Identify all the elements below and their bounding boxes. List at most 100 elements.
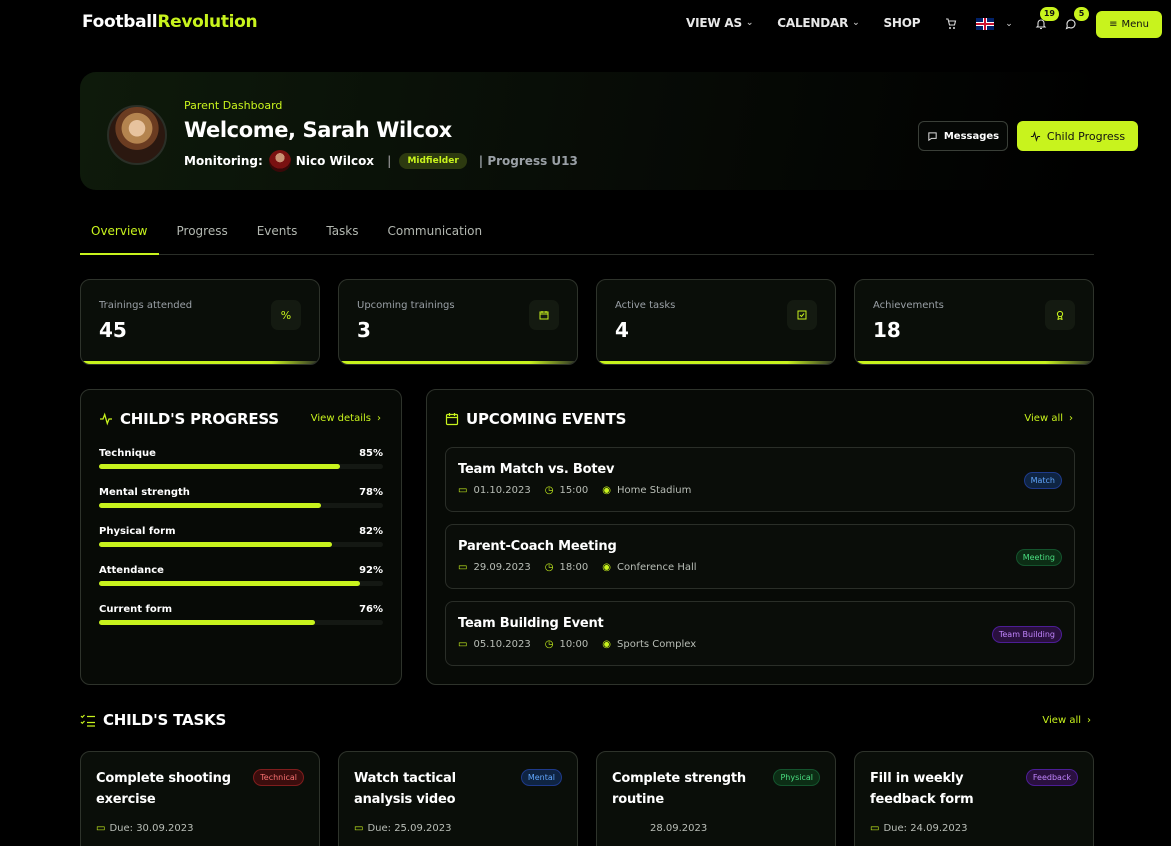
event-card[interactable]: Parent-Coach Meeting ▭ 29.09.2023 ◷ 18:00 … bbox=[445, 524, 1075, 589]
events-view-all-label: View all bbox=[1024, 413, 1063, 424]
tasks-section-title: CHILD'S TASKS bbox=[80, 711, 226, 729]
tasks-view-all-link[interactable]: View all › bbox=[1042, 715, 1091, 726]
chevron-down-icon: ⌄ bbox=[852, 18, 860, 28]
progress-row: Mental strength 78% bbox=[99, 487, 383, 508]
task-title: Fill in weekly feedback form bbox=[870, 771, 974, 807]
task-title: Complete shooting exercise bbox=[96, 771, 231, 807]
event-date: 01.10.2023 bbox=[473, 485, 531, 496]
nav-shop[interactable]: SHOP bbox=[883, 16, 920, 30]
task-category-badge: Feedback bbox=[1025, 769, 1078, 786]
tab-tasks[interactable]: Tasks bbox=[315, 220, 369, 255]
stat-value: 18 bbox=[873, 318, 901, 342]
child-progress-button[interactable]: Child Progress bbox=[1017, 121, 1138, 151]
task-due-date: Due: 25.09.2023 bbox=[367, 823, 452, 834]
nav-view-as[interactable]: VIEW AS ⌄ bbox=[686, 16, 753, 30]
stat-trainings-attended: Trainings attended 45 % bbox=[80, 279, 320, 365]
task-card[interactable]: Watch tactical analysis video Mental ▭ Du… bbox=[338, 751, 578, 846]
chevron-down-icon[interactable]: ⌄ bbox=[1001, 16, 1017, 32]
task-category-badge: Physical bbox=[773, 769, 820, 786]
cart-icon[interactable] bbox=[943, 16, 959, 32]
messages-button-label: Messages bbox=[943, 130, 1000, 142]
chat-icon[interactable]: 5 bbox=[1063, 7, 1089, 32]
task-card[interactable]: Fill in weekly feedback form Feedback ▭ D… bbox=[854, 751, 1094, 846]
event-title: Team Match vs. Botev bbox=[458, 462, 615, 477]
menu-button-label: Menu bbox=[1121, 19, 1149, 30]
progress-label: Physical form bbox=[99, 526, 176, 537]
progress-label: Current form bbox=[99, 604, 173, 615]
tabs-bar: Overview Progress Events Tasks Communica… bbox=[80, 220, 1094, 255]
clock-icon: ◷ bbox=[544, 485, 554, 496]
hero-subtitle: Parent Dashboard bbox=[184, 99, 283, 112]
nav-calendar-label: CALENDAR bbox=[777, 16, 849, 30]
child-progress-panel: CHILD'S PROGRESS View details › Technique… bbox=[80, 389, 402, 685]
messages-count: 5 bbox=[1074, 7, 1089, 21]
position-badge: Midfielder bbox=[399, 153, 467, 169]
menu-button[interactable]: ≡ Menu bbox=[1096, 11, 1162, 38]
task-due: ▭ Due: 24.09.2023 bbox=[870, 823, 967, 834]
stat-label: Upcoming trainings bbox=[357, 300, 455, 311]
messages-button[interactable]: Messages bbox=[918, 121, 1008, 151]
tab-progress[interactable]: Progress bbox=[166, 220, 239, 255]
progress-value: 82% bbox=[359, 526, 383, 537]
progress-track bbox=[99, 464, 383, 469]
task-due: ▭ Due: 25.09.2023 bbox=[354, 823, 451, 834]
nav-shop-label: SHOP bbox=[883, 16, 921, 30]
event-title: Team Building Event bbox=[458, 616, 604, 631]
chevron-right-icon: › bbox=[1069, 413, 1073, 424]
task-category-badge: Mental bbox=[520, 769, 562, 786]
child-progress-button-label: Child Progress bbox=[1046, 129, 1126, 143]
task-card[interactable]: Complete strength routine Physical 28.09… bbox=[596, 751, 836, 846]
progress-title-text: CHILD'S PROGRESS bbox=[120, 410, 279, 428]
calendar-icon: ▭ bbox=[458, 639, 468, 650]
progress-fill bbox=[99, 464, 341, 469]
program-label: | Progress U13 bbox=[478, 154, 578, 168]
bell-icon[interactable]: 19 bbox=[1033, 7, 1059, 32]
events-view-all-link[interactable]: View all › bbox=[1024, 413, 1073, 424]
percent-icon: % bbox=[271, 300, 301, 330]
event-time: 15:00 bbox=[559, 485, 589, 496]
event-type-badge: Meeting bbox=[1015, 549, 1062, 566]
page-title: Welcome, Sarah Wilcox bbox=[184, 118, 452, 142]
calendar-icon: ▭ bbox=[458, 562, 468, 573]
event-place: Home Stadium bbox=[617, 485, 692, 496]
list-checks-icon bbox=[80, 714, 95, 727]
events-title-text: UPCOMING EVENTS bbox=[466, 410, 627, 428]
progress-track bbox=[99, 503, 383, 508]
task-card[interactable]: Complete shooting exercise Technical ▭ Du… bbox=[80, 751, 320, 846]
nav-calendar[interactable]: CALENDAR ⌄ bbox=[777, 16, 859, 30]
separator: | bbox=[387, 154, 392, 168]
progress-track bbox=[99, 620, 383, 625]
child-avatar bbox=[268, 150, 291, 172]
progress-track bbox=[99, 581, 383, 586]
event-date: 29.09.2023 bbox=[473, 562, 531, 573]
view-details-link[interactable]: View details › bbox=[311, 413, 381, 424]
uk-flag-icon[interactable] bbox=[976, 18, 994, 30]
task-due-date: 28.09.2023 bbox=[650, 823, 708, 834]
event-date: 05.10.2023 bbox=[473, 639, 531, 650]
checkbox-icon bbox=[787, 300, 817, 330]
progress-row: Physical form 82% bbox=[99, 526, 383, 547]
welcome-hero: Parent Dashboard Welcome, Sarah Wilcox M… bbox=[80, 72, 1138, 190]
event-card[interactable]: Team Match vs. Botev ▭ 01.10.2023 ◷ 15:00 … bbox=[445, 447, 1075, 512]
monitoring-label: Monitoring: bbox=[184, 154, 263, 168]
tab-communication[interactable]: Communication bbox=[377, 220, 494, 255]
tab-overview[interactable]: Overview bbox=[80, 220, 159, 255]
upcoming-events-panel: UPCOMING EVENTS View all › Team Match vs.… bbox=[426, 389, 1094, 685]
nav-view-as-label: VIEW AS bbox=[686, 16, 742, 30]
stat-label: Trainings attended bbox=[99, 300, 193, 311]
progress-panel-title: CHILD'S PROGRESS bbox=[99, 410, 279, 428]
tab-events[interactable]: Events bbox=[246, 220, 309, 255]
event-title: Parent-Coach Meeting bbox=[458, 539, 617, 554]
chevron-right-icon: › bbox=[377, 413, 381, 424]
progress-value: 92% bbox=[359, 565, 383, 576]
tasks-title-text: CHILD'S TASKS bbox=[103, 711, 227, 729]
logo[interactable]: FootballRevolution bbox=[82, 12, 258, 32]
event-meta: ▭ 01.10.2023 ◷ 15:00 ◉ Home Stadium bbox=[458, 485, 705, 496]
chevron-right-icon: › bbox=[1087, 715, 1091, 726]
event-card[interactable]: Team Building Event ▭ 05.10.2023 ◷ 10:00 ◉… bbox=[445, 601, 1075, 666]
task-due: 28.09.2023 bbox=[650, 823, 707, 834]
progress-value: 76% bbox=[359, 604, 383, 615]
event-time: 18:00 bbox=[559, 562, 589, 573]
task-title: Complete strength routine bbox=[612, 771, 746, 807]
top-navbar: FootballRevolution VIEW AS ⌄ CALENDAR ⌄ SH… bbox=[0, 0, 1171, 50]
